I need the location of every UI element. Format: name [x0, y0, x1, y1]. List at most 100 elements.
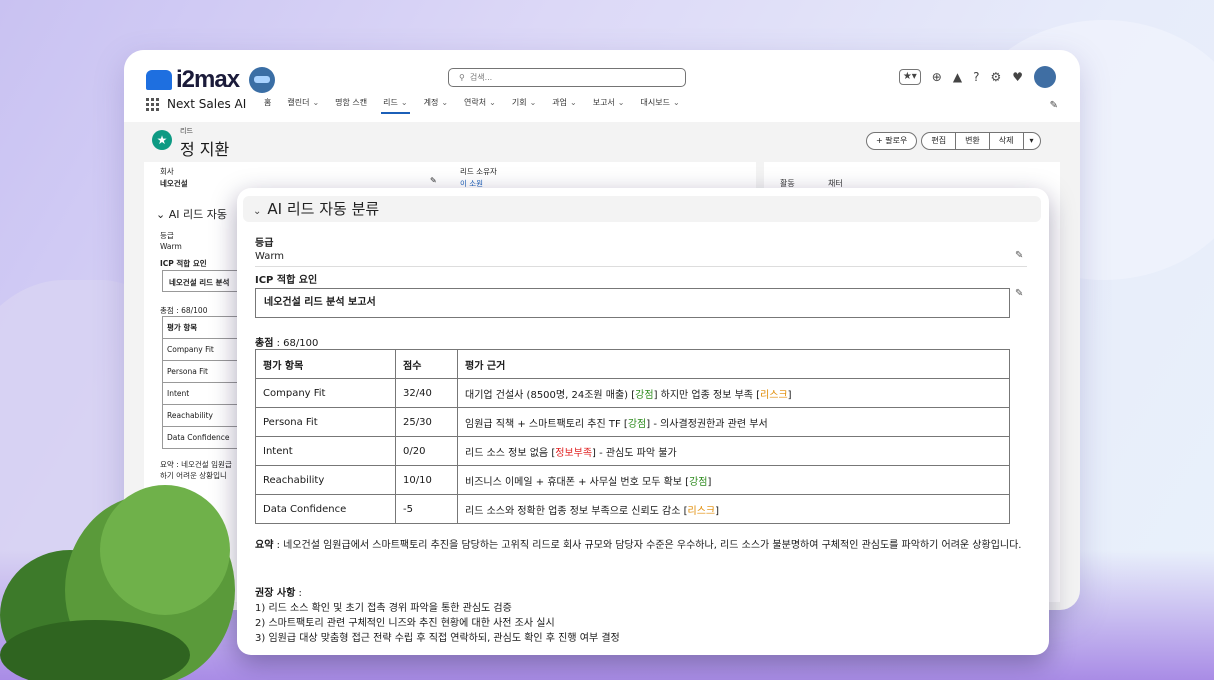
nav-item-label: 기회 — [511, 98, 527, 107]
follow-button[interactable]: + 팔로우 — [866, 132, 918, 150]
nav-item-4[interactable]: 계정 ⌄ — [422, 94, 450, 114]
chevron-down-icon[interactable]: ⌄ — [618, 98, 625, 107]
header-tools: ★▾ ⊕ ▲ ? ⚙ ♥ — [898, 66, 1056, 88]
column-header: 평가 항목 — [255, 349, 396, 379]
basis-cell: 임원급 직책 + 스마트팩토리 추진 TF [강점] - 의사결정권한과 관련 … — [457, 407, 1010, 437]
logo-text: i2max — [176, 66, 240, 93]
settings-gear-icon[interactable]: ⚙ — [990, 70, 1001, 84]
item-cell: Intent — [255, 436, 396, 466]
status-tag: 강점 — [635, 389, 654, 401]
score-cell: 25/30 — [395, 407, 458, 437]
nav-item-label: 대시보드 — [640, 98, 670, 107]
edit-icp-pencil-icon[interactable]: ✎ — [1015, 288, 1023, 299]
basis-text: ] — [787, 389, 792, 401]
basis-text: ] - 관심도 파악 불가 — [592, 447, 677, 459]
ai-section-title-left[interactable]: ⌄ AI 리드 자동 — [156, 206, 227, 222]
chevron-down-icon[interactable]: ⌄ — [570, 98, 577, 107]
nav-bar: 홈 캘린더 ⌄ 명함 스캔 리드 ⌄ 계정 ⌄ 연락처 ⌄ 기회 ⌄ 과업 ⌄ 보고서 ⌄ 대시보드 ⌄ — [262, 94, 682, 114]
edit-button[interactable]: 편집 — [921, 132, 957, 150]
chevron-down-icon[interactable]: ⌄ — [312, 98, 319, 107]
user-avatar[interactable] — [1034, 66, 1056, 88]
basis-text: 리드 소스 정보 없음 [ — [465, 447, 556, 459]
chevron-down-icon[interactable]: ⌄ — [401, 98, 408, 107]
grade-value: Warm — [160, 242, 182, 251]
search-icon: ⚲ — [459, 73, 465, 82]
app-launcher[interactable]: Next Sales AI — [146, 97, 246, 111]
nav-item-5[interactable]: 연락처 ⌄ — [462, 94, 498, 114]
summary-body: : 네오건설 임원급에서 스마트팩토리 추진을 담당하는 고위직 리드로 회사 … — [273, 540, 1022, 551]
total-score: 총점 : 68/100 — [255, 334, 318, 349]
record-actions: + 팔로우 편집 변환 삭제 ▾ — [866, 132, 1041, 150]
nav-item-label: 계정 — [423, 98, 439, 107]
nav-item-9[interactable]: 대시보드 ⌄ — [639, 94, 682, 114]
favorites-star-icon[interactable]: ★▾ — [898, 69, 921, 85]
nav-item-1[interactable]: 캘린더 ⌄ — [285, 94, 321, 114]
ai-lead-classification-card: ⌄ AI 리드 자동 분류 등급 Warm ✎ ICP 적합 요인 네오건설 리드… — [237, 188, 1049, 655]
convert-button[interactable]: 변환 — [956, 132, 990, 150]
column-header: 평가 근거 — [457, 349, 1010, 379]
recommendation-item: 1) 리드 소스 확인 및 초기 접촉 경위 파악을 통한 관심도 검증 — [255, 603, 512, 614]
basis-text: ] — [707, 476, 712, 488]
company-label: 회사 — [160, 167, 174, 176]
trailhead-icon[interactable]: ▲ — [953, 70, 962, 84]
nav-item-0[interactable]: 홈 — [262, 94, 273, 114]
search-input[interactable]: ⚲ 검색... — [448, 68, 686, 87]
company-value: 네오건설 — [160, 179, 188, 188]
table-row: Persona Fit 25/30 임원급 직책 + 스마트팩토리 추진 TF [강… — [255, 407, 1010, 437]
app-name: Next Sales AI — [167, 97, 247, 111]
nav-item-8[interactable]: 보고서 ⌄ — [591, 94, 627, 114]
table-row: Company Fit 32/40 대기업 건설사 (8500명, 24조원 매출)… — [255, 378, 1010, 408]
edit-nav-pencil-icon[interactable]: ✎ — [1050, 100, 1058, 111]
brand-logo[interactable]: i2max — [146, 66, 276, 94]
edit-company-pencil-icon[interactable]: ✎ — [430, 176, 437, 185]
grade-label: 등급 — [255, 238, 274, 249]
logo-mark-icon — [146, 70, 172, 90]
item-cell: Persona Fit — [255, 407, 396, 437]
app-launcher-icon[interactable] — [146, 97, 159, 111]
help-icon[interactable]: ? — [973, 70, 979, 84]
edit-grade-pencil-icon[interactable]: ✎ — [1015, 250, 1023, 261]
chevron-down-icon[interactable]: ⌄ — [673, 98, 680, 107]
card-header[interactable]: ⌄ AI 리드 자동 분류 — [243, 196, 1041, 222]
delete-button[interactable]: 삭제 — [989, 132, 1024, 150]
summary-label: 요약 — [255, 540, 274, 551]
icp-label: ICP 적합 요인 — [160, 259, 207, 268]
status-tag: 강점 — [689, 476, 708, 488]
score-text: 총점 : 68/100 — [160, 306, 208, 315]
nav-item-2[interactable]: 명함 스캔 — [333, 94, 369, 114]
score-label: 총점 — [255, 338, 274, 349]
ai-section-title-text: AI 리드 자동 — [168, 208, 227, 221]
notifications-bell-icon[interactable]: ♥ — [1012, 70, 1023, 84]
chevron-down-icon: ⌄ — [156, 208, 169, 221]
lead-record-icon: ★ — [152, 130, 172, 150]
chevron-down-icon: ⌄ — [253, 206, 262, 217]
score-value: : 68/100 — [273, 338, 319, 349]
nav-item-label: 명함 스캔 — [335, 98, 368, 107]
global-add-icon[interactable]: ⊕ — [932, 70, 942, 84]
item-cell: Data Confidence — [255, 494, 396, 524]
more-actions-chevron-down-icon[interactable]: ▾ — [1023, 132, 1041, 150]
recommendation-item: 3) 임원급 대상 맞춤형 접근 전략 수립 후 직접 연락하되, 관심도 확인… — [255, 633, 620, 644]
owner-label: 리드 소유자 — [460, 167, 497, 176]
score-cell: 32/40 — [395, 378, 458, 408]
chevron-down-icon[interactable]: ⌄ — [441, 98, 448, 107]
nav-item-label: 홈 — [264, 98, 272, 107]
nav-item-7[interactable]: 과업 ⌄ — [550, 94, 578, 114]
basis-text: ] - 의사결정권한과 관련 부서 — [646, 418, 768, 430]
score-cell: -5 — [395, 494, 458, 524]
status-tag: 정보부족 — [555, 447, 593, 459]
nav-item-3[interactable]: 리드 ⌄ — [381, 94, 410, 114]
basis-cell: 비즈니스 이메일 + 휴대폰 + 사무실 번호 모두 확보 [강점] — [457, 465, 1010, 495]
chevron-down-icon[interactable]: ⌄ — [489, 98, 496, 107]
grade-value: Warm — [255, 251, 285, 262]
basis-text: 임원급 직책 + 스마트팩토리 추진 TF [ — [465, 418, 628, 430]
chevron-down-icon[interactable]: ⌄ — [530, 98, 537, 107]
nav-item-6[interactable]: 기회 ⌄ — [510, 94, 538, 114]
record-name: 정 지환 — [180, 140, 230, 159]
summary-snippet: 요약 : 네오건설 임원급 — [160, 460, 232, 469]
basis-text: ] — [715, 505, 720, 517]
basis-cell: 리드 소스 정보 없음 [정보부족] - 관심도 파악 불가 — [457, 436, 1010, 466]
basis-text: ] 하지만 업종 정보 부족 [ — [653, 389, 761, 401]
basis-cell: 대기업 건설사 (8500명, 24조원 매출) [강점] 하지만 업종 정보 … — [457, 378, 1010, 408]
basis-text: 비즈니스 이메일 + 휴대폰 + 사무실 번호 모두 확보 [ — [465, 476, 690, 488]
